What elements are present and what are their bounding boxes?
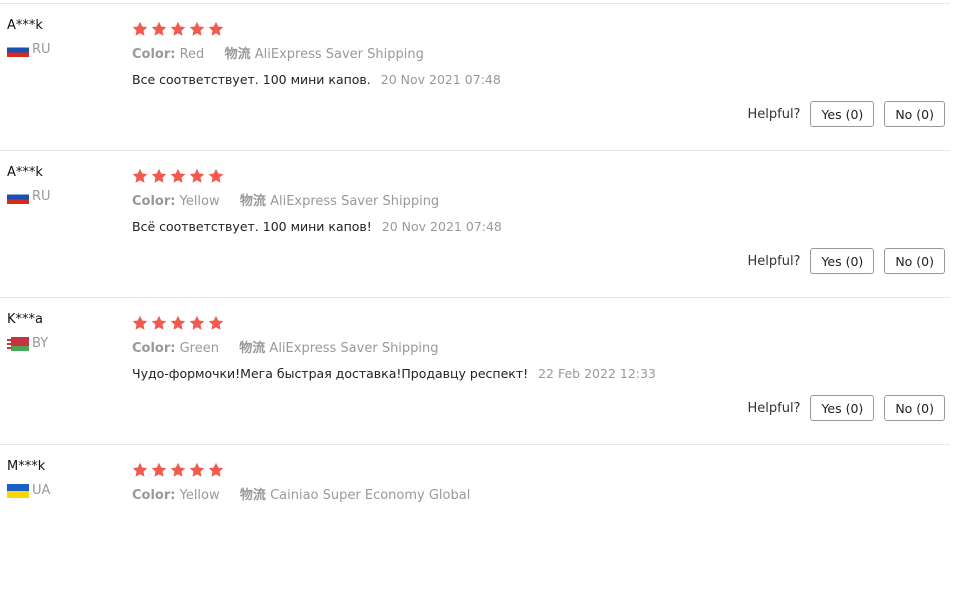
reviewer-info: A***k RU [7, 163, 117, 204]
helpful-no-button[interactable]: No (0) [884, 395, 945, 421]
reviewer-country: UA [7, 483, 117, 498]
review-item: A***k RU Color: Red 物流 AliExpress Saver … [0, 4, 966, 151]
helpful-no-button[interactable]: No (0) [884, 248, 945, 274]
logistics-value: Cainiao Super Economy Global [270, 488, 471, 503]
star-icon [151, 462, 167, 477]
helpful-yes-button[interactable]: Yes (0) [810, 101, 875, 127]
review-meta: Color: Green 物流 AliExpress Saver Shippin… [132, 340, 946, 358]
helpful-label: Helpful? [747, 106, 801, 122]
country-code: BY [32, 336, 49, 351]
reviewer-country: RU [7, 189, 117, 204]
review-date: 20 Nov 2021 07:48 [380, 72, 501, 87]
reviewer-name: A***k [7, 165, 43, 180]
review-text: Все соответствует. 100 мини капов. 20 No… [132, 71, 946, 89]
reviewer-name: A***k [7, 18, 43, 33]
review-body: Все соответствует. 100 мини капов. [132, 72, 371, 87]
color-value: Yellow [179, 194, 220, 209]
star-icon [189, 21, 205, 36]
logistics-key: 物流 [224, 47, 251, 62]
star-icon [208, 315, 224, 330]
review-body: Всё соответствует. 100 мини капов! [132, 219, 372, 234]
logistics-value: AliExpress Saver Shipping [270, 194, 440, 209]
country-flag-icon [7, 42, 29, 57]
review-meta: Color: Yellow 物流 Cainiao Super Economy G… [132, 487, 946, 505]
country-flag-icon [7, 189, 29, 204]
logistics-value: AliExpress Saver Shipping [269, 341, 439, 356]
color-key: Color: [132, 341, 176, 356]
reviewer-info: A***k RU [7, 16, 117, 57]
country-flag-icon [7, 483, 29, 498]
review-content: Color: Yellow 物流 AliExpress Saver Shippi… [132, 167, 946, 236]
review-text: Чудо-формочки!Мега быстрая доставка!Прод… [132, 365, 946, 383]
color-value: Green [179, 341, 219, 356]
review-content: Color: Yellow 物流 Cainiao Super Economy G… [132, 461, 946, 505]
helpful-label: Helpful? [747, 400, 801, 416]
logistics-value: AliExpress Saver Shipping [254, 47, 424, 62]
logistics-key: 物流 [239, 488, 266, 503]
country-code: RU [32, 189, 51, 204]
star-icon [132, 462, 148, 477]
review-meta: Color: Yellow 物流 AliExpress Saver Shippi… [132, 193, 946, 211]
helpful-label: Helpful? [747, 253, 801, 269]
star-icon [189, 462, 205, 477]
review-date: 22 Feb 2022 12:33 [538, 366, 656, 381]
color-key: Color: [132, 488, 176, 503]
star-rating [132, 461, 946, 479]
star-icon [170, 168, 186, 183]
review-item: M***k UA Color: Yellow 物流 Cainiao Super … [0, 445, 966, 592]
reviewer-country: BY [7, 336, 117, 351]
star-icon [151, 315, 167, 330]
helpful-controls: Helpful? Yes (0) No (0) [747, 101, 945, 127]
star-rating [132, 20, 946, 38]
review-date: 20 Nov 2021 07:48 [381, 219, 502, 234]
star-icon [189, 315, 205, 330]
star-icon [132, 315, 148, 330]
review-body: Чудо-формочки!Мега быстрая доставка!Прод… [132, 366, 529, 381]
star-icon [132, 168, 148, 183]
star-icon [208, 168, 224, 183]
review-content: Color: Green 物流 AliExpress Saver Shippin… [132, 314, 946, 383]
helpful-no-button[interactable]: No (0) [884, 101, 945, 127]
logistics-key: 物流 [239, 341, 266, 356]
star-icon [170, 21, 186, 36]
star-rating [132, 314, 946, 332]
review-content: Color: Red 物流 AliExpress Saver Shipping … [132, 20, 946, 89]
star-icon [151, 21, 167, 36]
review-text: Всё соответствует. 100 мини капов! 20 No… [132, 218, 946, 236]
color-value: Red [179, 47, 205, 62]
star-icon [132, 21, 148, 36]
reviewer-info: M***k UA [7, 457, 117, 498]
star-rating [132, 167, 946, 185]
color-value: Yellow [179, 488, 220, 503]
star-icon [170, 462, 186, 477]
review-item: A***k RU Color: Yellow 物流 AliExpress Sav… [0, 151, 966, 298]
color-key: Color: [132, 47, 176, 62]
star-icon [208, 462, 224, 477]
reviewer-name: M***k [7, 459, 46, 474]
reviewer-name: K***a [7, 312, 43, 327]
helpful-controls: Helpful? Yes (0) No (0) [747, 248, 945, 274]
star-icon [151, 168, 167, 183]
reviewer-country: RU [7, 42, 117, 57]
review-item: K***a BY Color: Green 物流 AliExpress Save… [0, 298, 966, 445]
helpful-yes-button[interactable]: Yes (0) [810, 395, 875, 421]
country-code: UA [32, 483, 51, 498]
star-icon [189, 168, 205, 183]
country-code: RU [32, 42, 51, 57]
country-flag-icon [7, 336, 29, 351]
review-meta: Color: Red 物流 AliExpress Saver Shipping [132, 46, 946, 64]
star-icon [208, 21, 224, 36]
helpful-controls: Helpful? Yes (0) No (0) [747, 395, 945, 421]
helpful-yes-button[interactable]: Yes (0) [810, 248, 875, 274]
star-icon [170, 315, 186, 330]
logistics-key: 物流 [239, 194, 266, 209]
reviewer-info: K***a BY [7, 310, 117, 351]
color-key: Color: [132, 194, 176, 209]
